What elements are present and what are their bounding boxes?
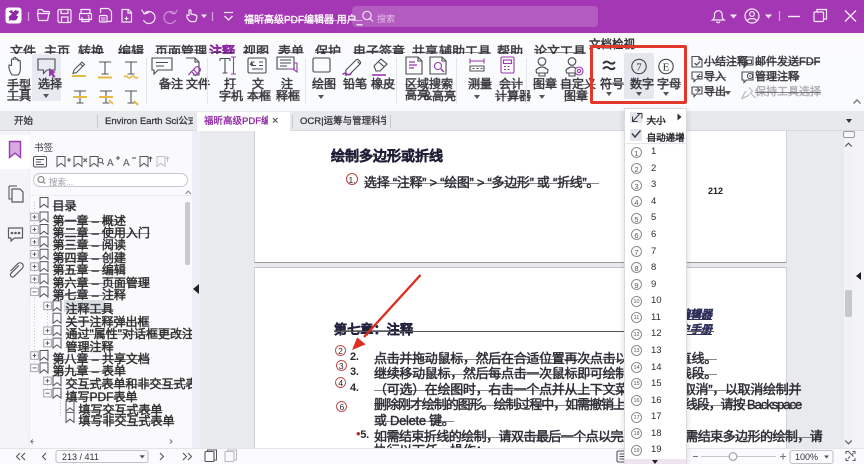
svg-text:A: A (123, 158, 130, 169)
svg-text:A: A (107, 158, 114, 169)
